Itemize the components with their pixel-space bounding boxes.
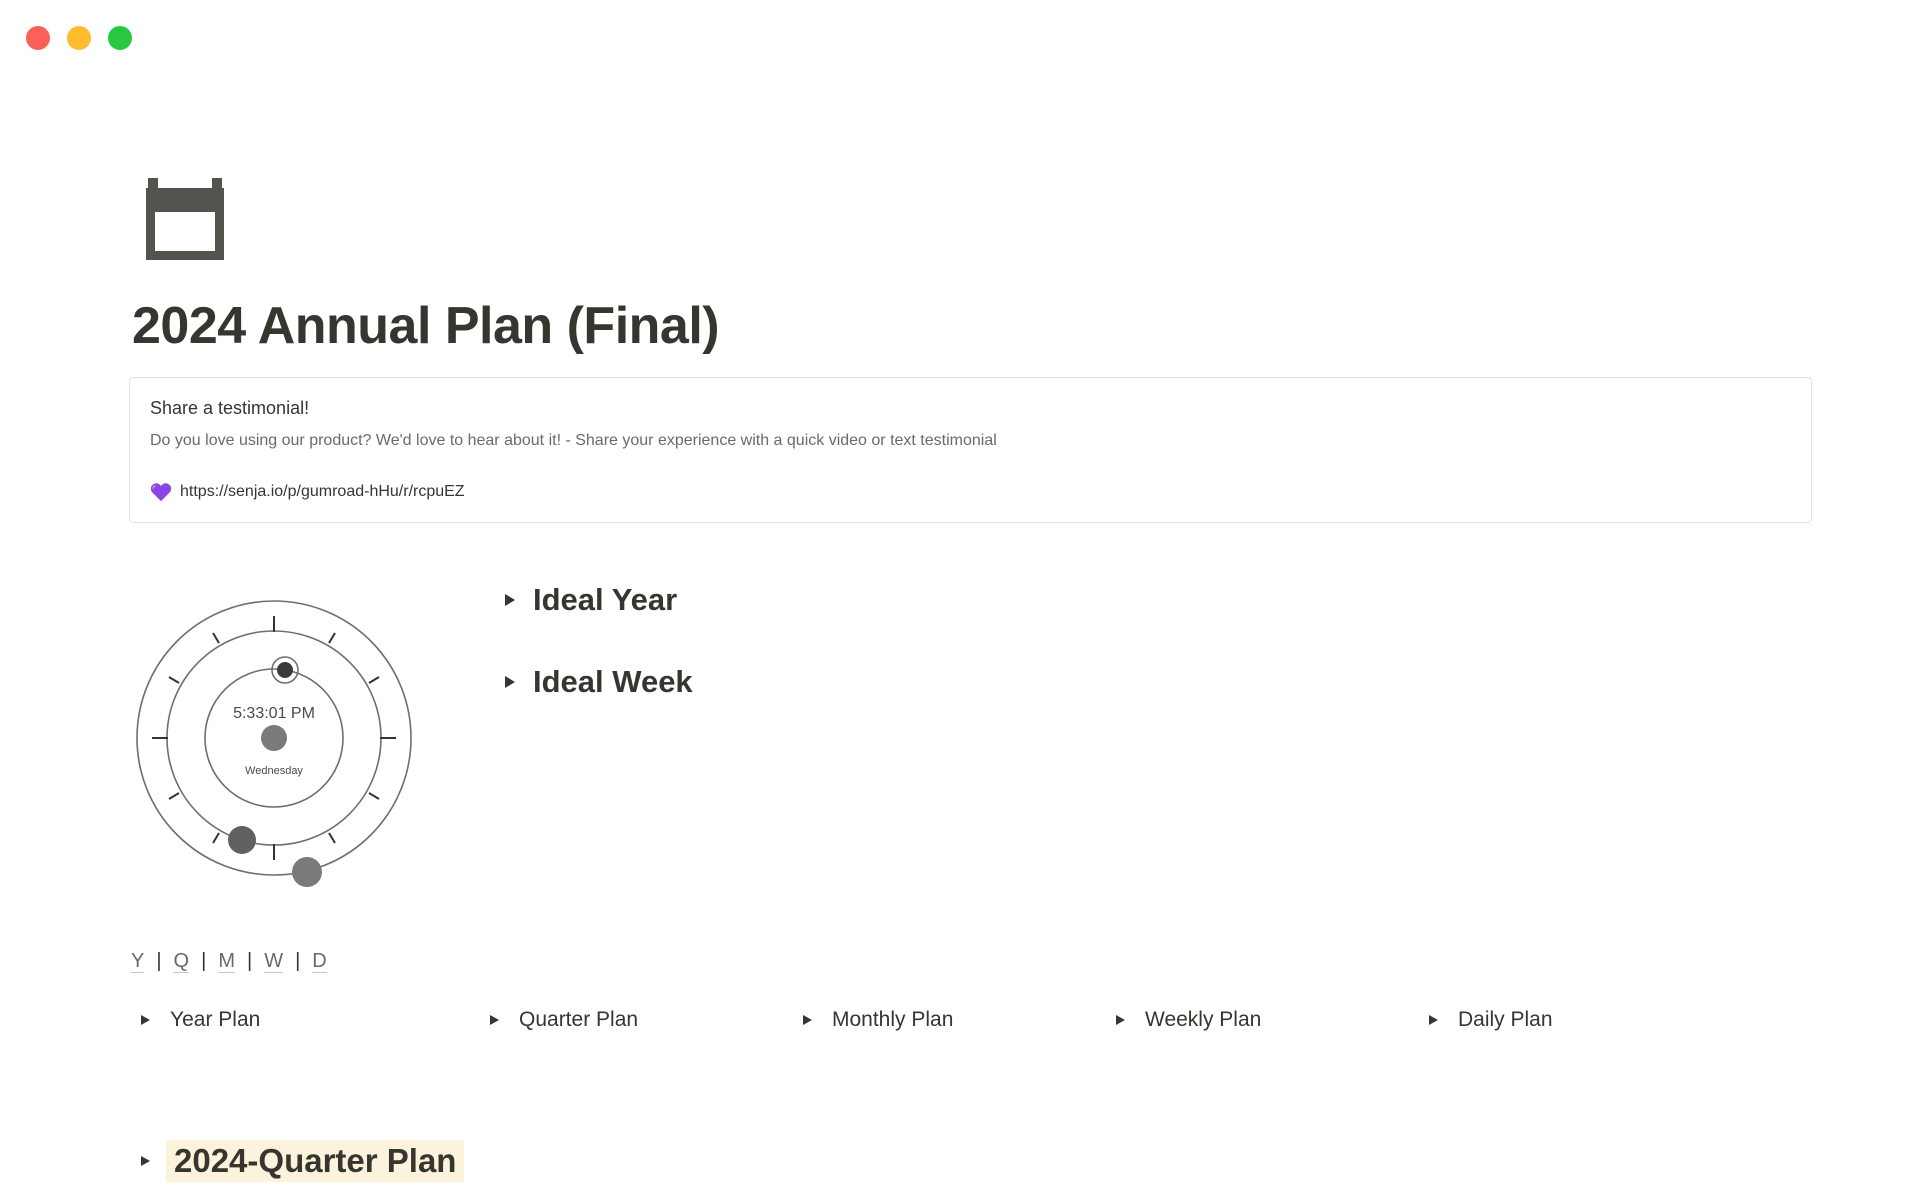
monthly-plan-label: Monthly Plan [832, 1008, 954, 1031]
close-window-button[interactable] [26, 26, 50, 50]
quarter-plan-section-toggle[interactable]: 2024-Quarter Plan [141, 1140, 465, 1182]
toggle-triangle-icon[interactable] [1116, 1015, 1125, 1025]
nav-separator: | [201, 950, 207, 972]
quarter-plan-toggle[interactable]: Quarter Plan [490, 1008, 638, 1032]
weekly-plan-label: Weekly Plan [1145, 1008, 1262, 1031]
nav-year-link[interactable]: Y [131, 950, 145, 973]
testimonial-callout: Share a testimonial! Do you love using o… [129, 377, 1812, 523]
minimize-window-button[interactable] [67, 26, 91, 50]
nav-separator: | [246, 950, 253, 972]
callout-description: Do you love using our product? We'd love… [150, 432, 997, 449]
toggle-triangle-icon[interactable] [505, 594, 515, 606]
day-marker [292, 857, 322, 887]
toggle-triangle-icon[interactable] [490, 1015, 499, 1025]
quarter-plan-label: Quarter Plan [519, 1008, 639, 1031]
ideal-week-toggle[interactable]: Ideal Week [505, 664, 693, 700]
purple-heart-icon [150, 483, 172, 502]
clock-day: Wednesday [245, 765, 303, 777]
ideal-week-label: Ideal Week [533, 664, 693, 699]
nav-separator: | [156, 950, 162, 972]
nav-quarter-link[interactable]: Q [173, 950, 190, 973]
center-dot [261, 725, 287, 751]
monthly-plan-toggle[interactable]: Monthly Plan [803, 1008, 953, 1032]
daily-plan-label: Daily Plan [1458, 1008, 1553, 1031]
toggle-triangle-icon[interactable] [1429, 1015, 1438, 1025]
quarter-plan-section-label: 2024-Quarter Plan [166, 1140, 465, 1182]
calendar-icon[interactable] [142, 178, 228, 262]
toggle-triangle-icon[interactable] [141, 1156, 150, 1166]
clock-time: 5:33:01 PM [233, 705, 315, 722]
year-plan-toggle[interactable]: Year Plan [141, 1008, 260, 1032]
nav-month-link[interactable]: M [218, 950, 235, 973]
ideal-year-toggle[interactable]: Ideal Year [505, 582, 677, 618]
nav-separator: | [295, 950, 301, 972]
year-plan-label: Year Plan [170, 1008, 261, 1031]
ideal-year-label: Ideal Year [533, 582, 678, 617]
clock-widget: 5:33:01 PM Wednesday [130, 590, 420, 890]
toggle-triangle-icon[interactable] [803, 1015, 812, 1025]
nav-week-link[interactable]: W [264, 950, 284, 973]
callout-title: Share a testimonial! [150, 398, 310, 418]
hour-marker [228, 826, 256, 854]
toggle-triangle-icon[interactable] [505, 676, 515, 688]
daily-plan-toggle[interactable]: Daily Plan [1429, 1008, 1553, 1032]
page-title[interactable]: 2024 Annual Plan (Final) [132, 296, 720, 356]
window-controls [26, 26, 132, 50]
weekly-plan-toggle[interactable]: Weekly Plan [1116, 1008, 1261, 1032]
seconds-marker [277, 662, 293, 678]
testimonial-link[interactable]: https://senja.io/p/gumroad-hHu/r/rcpuEZ [180, 483, 465, 501]
period-nav: Y | Q | M | W | D [131, 950, 327, 973]
toggle-triangle-icon[interactable] [141, 1015, 150, 1025]
zoom-window-button[interactable] [108, 26, 132, 50]
nav-day-link[interactable]: D [312, 950, 327, 973]
callout-link-row: https://senja.io/p/gumroad-hHu/r/rcpuEZ [150, 482, 465, 502]
